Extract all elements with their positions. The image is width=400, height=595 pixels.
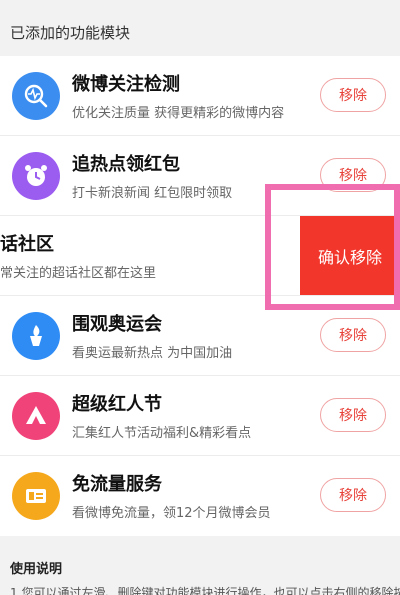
module-subtitle: 看奥运最新热点 为中国加油 <box>72 346 233 361</box>
remove-button[interactable]: 移除 <box>320 78 386 112</box>
remove-button[interactable]: 移除 <box>320 398 386 432</box>
module-title: 追热点领红包 <box>72 154 180 175</box>
section-header: 已添加的功能模块 <box>0 0 400 56</box>
remove-button[interactable]: 移除 <box>320 318 386 352</box>
module-title: 围观奥运会 <box>72 314 162 335</box>
card-icon <box>12 472 60 520</box>
module-row-olympics[interactable]: 围观奥运会 看奥运最新热点 为中国加油 移除 <box>0 296 400 376</box>
module-row-supertopic-swiped[interactable]: 话社区 常关注的超话社区都在这里 确认移除 <box>0 216 400 296</box>
usage-instructions-title: 使用说明 <box>0 536 400 590</box>
remove-button[interactable]: 移除 <box>320 478 386 512</box>
module-list: 微博关注检测 优化关注质量 获得更精彩的微博内容 移除 追热点领红包 打卡新浪新… <box>0 56 400 536</box>
module-title: 超级红人节 <box>72 394 162 415</box>
module-subtitle: 汇集红人节活动福利&精彩看点 <box>72 426 252 441</box>
torch-icon <box>12 312 60 360</box>
pulse-search-icon <box>12 72 60 120</box>
module-title: 话社区 <box>0 234 54 255</box>
module-row-follow-check[interactable]: 微博关注检测 优化关注质量 获得更精彩的微博内容 移除 <box>0 56 400 136</box>
remove-button[interactable]: 移除 <box>320 158 386 192</box>
module-title: 免流量服务 <box>72 474 162 495</box>
usage-instructions-text: 1.您可以通过左滑、删除键对功能模块进行操作，也可以点击右侧的移除按钮 <box>10 586 400 595</box>
confirm-remove-button[interactable]: 确认移除 <box>300 216 400 295</box>
module-subtitle: 看微博免流量，领12个月微博会员 <box>72 506 271 521</box>
module-subtitle: 常关注的超话社区都在这里 <box>0 266 157 281</box>
module-subtitle: 优化关注质量 获得更精彩的微博内容 <box>72 106 285 121</box>
alarm-clock-icon <box>12 152 60 200</box>
module-subtitle: 打卡新浪新闻 红包限时领取 <box>72 186 233 201</box>
module-title: 微博关注检测 <box>72 74 180 95</box>
module-row-hot-redpacket[interactable]: 追热点领红包 打卡新浪新闻 红包限时领取 移除 <box>0 136 400 216</box>
module-row-free-data[interactable]: 免流量服务 看微博免流量，领12个月微博会员 移除 <box>0 456 400 536</box>
module-row-influencer-festival[interactable]: 超级红人节 汇集红人节活动福利&精彩看点 移除 <box>0 376 400 456</box>
arrow-a-icon <box>12 392 60 440</box>
